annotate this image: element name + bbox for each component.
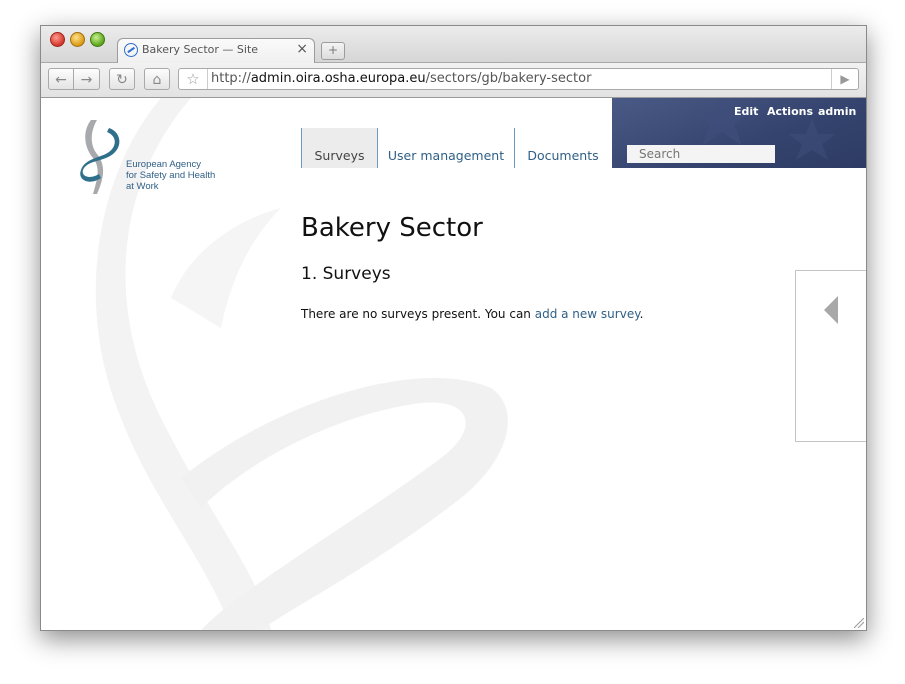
back-button[interactable]: ← xyxy=(48,68,74,90)
resize-grip-icon[interactable] xyxy=(854,618,864,628)
section-heading: 1. Surveys xyxy=(301,264,391,284)
browser-tab[interactable]: Bakery Sector — Site × xyxy=(117,38,315,63)
arrow-left-icon: ← xyxy=(55,72,67,88)
url-text[interactable]: http://admin.oira.osha.europa.eu/sectors… xyxy=(211,71,591,86)
browser-window: Bakery Sector — Site × + ← → ↻ ⌂ ☆ http:… xyxy=(40,25,867,631)
edit-link[interactable]: Edit xyxy=(734,105,758,118)
page-title: Bakery Sector xyxy=(301,213,483,243)
tab-title: Bakery Sector — Site xyxy=(142,43,259,56)
add-new-survey-link[interactable]: add a new survey xyxy=(535,307,640,321)
web-page: European Agency for Safety and Health at… xyxy=(41,98,866,630)
forward-button[interactable]: → xyxy=(74,68,100,90)
bookmark-star-icon[interactable]: ☆ xyxy=(179,69,208,89)
url-host: admin.oira.osha.europa.eu xyxy=(250,71,426,86)
nav-tab-surveys[interactable]: Surveys xyxy=(301,128,378,168)
nav-tab-user-management[interactable]: User management xyxy=(378,128,515,168)
home-icon: ⌂ xyxy=(152,72,162,88)
go-arrow-icon[interactable]: ▶ xyxy=(831,69,858,89)
browser-toolbar: ← → ↻ ⌂ ☆ http://admin.oira.osha.europa.… xyxy=(41,63,866,98)
window-zoom-button[interactable] xyxy=(90,32,105,47)
actions-menu[interactable]: Actions xyxy=(767,105,813,118)
collapsed-side-panel[interactable] xyxy=(795,270,866,442)
window-close-button[interactable] xyxy=(50,32,65,47)
window-minimize-button[interactable] xyxy=(70,32,85,47)
reload-button[interactable]: ↻ xyxy=(109,68,135,90)
address-bar[interactable]: ☆ http://admin.oira.osha.europa.eu/secto… xyxy=(178,68,859,90)
search-input[interactable] xyxy=(627,145,775,163)
header-band: Edit Actions admin xyxy=(612,98,866,168)
chevron-left-icon[interactable] xyxy=(824,296,838,324)
tab-close-icon[interactable]: × xyxy=(296,41,308,57)
home-button[interactable]: ⌂ xyxy=(144,68,170,90)
agency-logo[interactable]: European Agency for Safety and Health at… xyxy=(79,118,215,198)
arrow-right-icon: → xyxy=(80,72,93,88)
reload-icon: ↻ xyxy=(116,72,128,88)
new-tab-button[interactable]: + xyxy=(321,42,345,60)
user-menu-admin[interactable]: admin xyxy=(818,105,856,118)
url-path: /sectors/gb/bakery-sector xyxy=(425,71,592,86)
url-scheme: http:// xyxy=(211,71,251,86)
empty-surveys-message: There are no surveys present. You can ad… xyxy=(301,307,643,321)
tab-strip: Bakery Sector — Site × + xyxy=(41,26,866,63)
site-favicon-icon xyxy=(124,43,138,57)
agency-logo-emblem-icon xyxy=(80,120,120,194)
agency-logo-text: European Agency for Safety and Health at… xyxy=(126,159,216,192)
message-text: There are no surveys present. You can xyxy=(301,307,535,321)
nav-tab-documents[interactable]: Documents xyxy=(515,128,611,168)
message-end: . xyxy=(639,307,644,321)
